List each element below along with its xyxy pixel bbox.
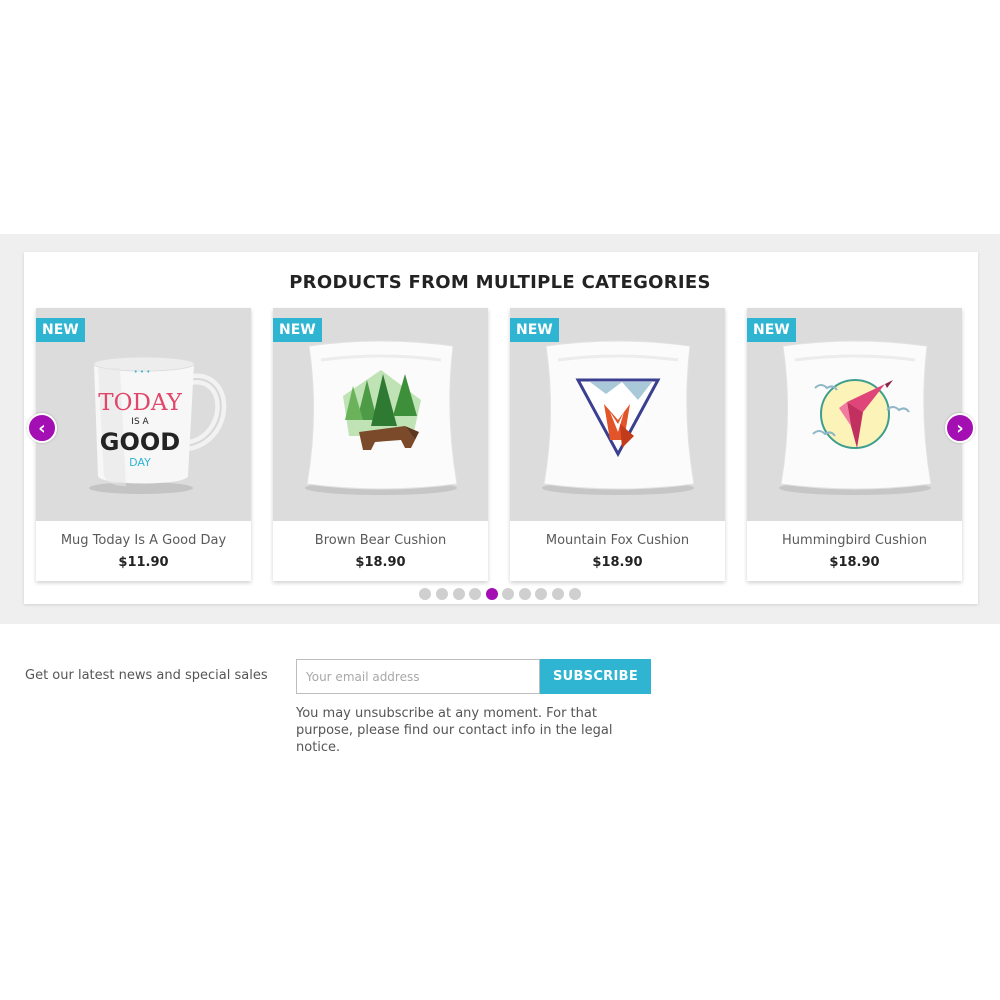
- carousel-dot[interactable]: [535, 588, 548, 600]
- carousel-dot[interactable]: [452, 588, 465, 600]
- product-card[interactable]: • • • TODAY IS A GOOD DAY NEW Mug Today …: [36, 308, 251, 581]
- new-badge: NEW: [36, 318, 85, 342]
- chevron-left-icon: ‹: [38, 417, 46, 439]
- new-badge: NEW: [273, 318, 322, 342]
- newsletter-note: You may unsubscribe at any moment. For t…: [296, 706, 613, 755]
- product-name[interactable]: Hummingbird Cushion: [747, 533, 962, 548]
- new-badge: NEW: [747, 318, 796, 342]
- new-badge: NEW: [510, 318, 559, 342]
- product-price: $11.90: [118, 555, 169, 570]
- product-name[interactable]: Brown Bear Cushion: [273, 533, 488, 548]
- mug-text: TODAY: [98, 390, 182, 416]
- mug-text: IS A: [131, 417, 149, 427]
- carousel-dot[interactable]: [485, 588, 498, 600]
- email-input[interactable]: [296, 659, 540, 694]
- product-card[interactable]: NEW Hummingbird Cushion $18.90: [747, 308, 962, 581]
- product-name[interactable]: Mug Today Is A Good Day: [36, 533, 251, 548]
- carousel-dot[interactable]: [568, 588, 581, 600]
- newsletter-label: Get our latest news and special sales: [25, 668, 268, 683]
- product-card[interactable]: NEW Brown Bear Cushion $18.90: [273, 308, 488, 581]
- product-price: $18.90: [355, 555, 406, 570]
- carousel-dot[interactable]: [435, 588, 448, 600]
- carousel-pagination: [0, 588, 1000, 600]
- carousel-dot[interactable]: [502, 588, 515, 600]
- product-price: $18.90: [829, 555, 880, 570]
- subscribe-button[interactable]: SUBSCRIBE: [540, 659, 651, 694]
- carousel-dot[interactable]: [469, 588, 482, 600]
- svg-text:• • •: • • •: [134, 368, 151, 376]
- chevron-right-icon: ›: [956, 417, 964, 439]
- carousel-prev-button[interactable]: ‹: [27, 413, 57, 443]
- mug-text: DAY: [129, 456, 151, 469]
- product-card[interactable]: NEW Mountain Fox Cushion $18.90: [510, 308, 725, 581]
- carousel-dot[interactable]: [419, 588, 432, 600]
- mug-text: GOOD: [100, 428, 180, 456]
- carousel-dot[interactable]: [552, 588, 565, 600]
- carousel-dot[interactable]: [518, 588, 531, 600]
- section-title: PRODUCTS FROM MULTIPLE CATEGORIES: [289, 272, 711, 293]
- product-name[interactable]: Mountain Fox Cushion: [510, 533, 725, 548]
- product-price: $18.90: [592, 555, 643, 570]
- carousel-next-button[interactable]: ›: [945, 413, 975, 443]
